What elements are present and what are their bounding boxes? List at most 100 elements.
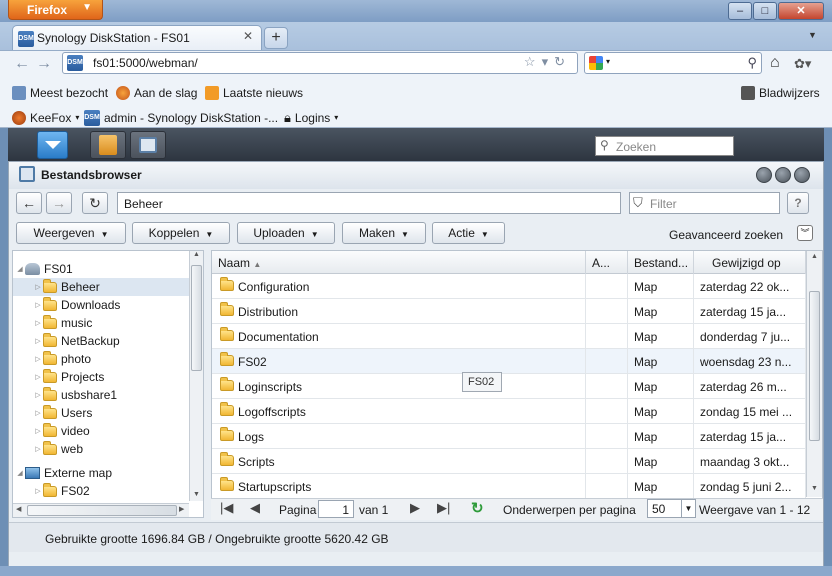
scrollbar-thumb[interactable] [27,505,177,516]
column-attr[interactable]: A... [586,251,628,274]
prev-page-icon[interactable]: ◀ [250,500,260,516]
last-page-icon[interactable]: ▶| [437,500,450,516]
scrollbar-thumb[interactable] [809,291,820,441]
tree-node-folder[interactable]: ▷ photo [13,350,189,368]
logins-menu-button[interactable]: 🔒︎ Logins ▾ [284,104,338,126]
scroll-down-icon[interactable]: ▼ [811,485,818,492]
expand-icon[interactable]: ▷ [33,337,43,345]
tree-node-fs02[interactable]: ▷ FS02 [13,482,189,500]
page-number-input[interactable]: 1 [318,500,354,518]
filter-input[interactable]: ⛉ Filter [629,192,780,214]
window-close-icon[interactable] [794,167,810,183]
window-minimize-icon[interactable] [775,167,791,183]
view-menu-button[interactable]: Weergeven ▼ [16,222,126,244]
file-browser-taskbar-button[interactable] [130,131,166,159]
expand-icon[interactable]: ▷ [33,391,43,399]
expand-icon[interactable]: ▷ [33,409,43,417]
dsm-search-input[interactable]: ⚲ Zoeken [595,136,734,156]
forward-button[interactable]: → [46,192,72,214]
tree-node-folder[interactable]: ▷ Users [13,404,189,422]
search-icon[interactable]: ⚲ [747,55,757,71]
bookmark-most-visited[interactable]: Meest bezocht [12,79,108,101]
expand-icon[interactable]: ▷ [33,445,43,453]
scroll-right-icon[interactable]: ▶ [179,505,184,513]
tree-node-folder[interactable]: ▷ NetBackup [13,332,189,350]
bookmark-getting-started[interactable]: Aan de slag [116,79,197,101]
addon-icon[interactable]: ✿▾ [794,56,811,72]
table-row[interactable]: Scripts Map maandag 3 okt... [212,449,806,474]
refresh-button[interactable]: ↻ [82,192,108,214]
table-row[interactable]: Loginscripts Map zaterdag 26 m... [212,374,806,399]
expand-icon[interactable]: ▷ [33,301,43,309]
window-close-button[interactable]: ✕ [778,2,824,20]
engine-dropdown-icon[interactable]: ▾ [606,57,610,66]
dsm-main-menu-button[interactable] [37,131,68,159]
google-icon[interactable] [589,56,603,70]
path-field[interactable]: Beheer [117,192,621,214]
tree-node-folder[interactable]: ▷ Beheer [13,278,189,296]
package-center-button[interactable] [90,131,126,159]
scroll-up-icon[interactable]: ▲ [807,251,822,260]
column-name[interactable]: Naam ▲ [212,251,586,274]
maximize-button[interactable]: □ [753,2,777,20]
create-menu-button[interactable]: Maken ▼ [342,222,426,244]
new-tab-button[interactable]: + [264,27,288,49]
tree-horizontal-scrollbar[interactable]: ◀ ▶ [13,503,189,517]
expand-icon[interactable]: ▷ [33,487,43,495]
tab-list-icon[interactable]: ▼ [808,30,817,40]
url-bar[interactable]: DSM fs01:5000/webman/ ☆▾↻ [62,52,578,74]
tab-synology[interactable]: DSM Synology DiskStation - FS01 ✕ [12,25,262,51]
first-page-icon[interactable]: |◀ [220,500,233,516]
expand-icon[interactable]: ▷ [33,355,43,363]
expand-down-icon[interactable]: ︾ [797,225,813,241]
keefox-button[interactable]: KeeFox ▾ [12,104,79,126]
scrollbar-thumb[interactable] [191,265,202,371]
table-row[interactable]: Startupscripts Map zondag 5 juni 2... [212,474,806,499]
tree-node-folder[interactable]: ▷ usbshare1 [13,386,189,404]
scroll-up-icon[interactable]: ▲ [190,251,203,258]
table-row[interactable]: FS02 Map woensdag 23 n... [212,349,806,374]
table-row[interactable]: Logoffscripts Map zondag 15 mei ... [212,399,806,424]
per-page-select[interactable]: 50 ▼ [647,499,696,518]
scroll-down-icon[interactable]: ▼ [193,491,200,498]
expand-icon[interactable]: ▷ [33,373,43,381]
back-icon[interactable]: ← [14,55,30,73]
help-button[interactable]: ? [787,192,809,214]
expand-icon[interactable]: ▷ [33,283,43,291]
expand-icon[interactable]: ▷ [33,319,43,327]
tree-node-folder[interactable]: ▷ web [13,440,189,458]
tree-node-external[interactable]: ◢ Externe map [13,464,189,482]
collapse-icon[interactable]: ◢ [15,469,25,477]
history-dropdown-icon[interactable]: ▾ [542,54,555,69]
star-icon[interactable]: ☆ [524,54,542,69]
minimize-button[interactable]: – [728,2,752,20]
back-button[interactable]: ← [16,192,42,214]
column-modified[interactable]: Gewijzigd op [694,251,806,274]
bookmark-latest-news[interactable]: Laatste nieuws [205,79,303,101]
home-icon[interactable]: ⌂ [770,54,780,72]
column-type[interactable]: Bestand... [628,251,694,274]
table-row[interactable]: Configuration Map zaterdag 22 ok... [212,274,806,299]
web-search-box[interactable]: ▾ ⚲ [584,52,762,74]
reload-icon[interactable]: ↻ [554,54,571,69]
tab-close-icon[interactable]: ✕ [243,29,253,43]
advanced-search-link[interactable]: Geavanceerd zoeken [669,228,783,242]
tree-node-folder[interactable]: ▷ music [13,314,189,332]
scroll-left-icon[interactable]: ◀ [16,505,21,513]
tree-node-folder[interactable]: ▷ video [13,422,189,440]
tree-vertical-scrollbar[interactable]: ▲ ▼ [189,251,203,501]
upload-menu-button[interactable]: Uploaden ▼ [237,222,335,244]
grid-vertical-scrollbar[interactable]: ▲ ▼ [806,251,822,497]
keefox-login-entry[interactable]: DSM admin - Synology DiskStation -... [84,104,278,126]
expand-icon[interactable]: ▷ [33,427,43,435]
tree-node-folder[interactable]: ▷ Projects [13,368,189,386]
table-row[interactable]: Documentation Map donderdag 7 ju... [212,324,806,349]
tree-node-fs01[interactable]: ◢ FS01 [13,260,189,278]
action-menu-button[interactable]: Actie ▼ [432,222,505,244]
next-page-icon[interactable]: ▶ [410,500,420,516]
tree-node-folder[interactable]: ▷ Downloads [13,296,189,314]
firefox-menu-button[interactable]: Firefox ▼ [8,0,103,20]
table-row[interactable]: Distribution Map zaterdag 15 ja... [212,299,806,324]
table-row[interactable]: Logs Map zaterdag 15 ja... [212,424,806,449]
window-menu-icon[interactable] [756,167,772,183]
